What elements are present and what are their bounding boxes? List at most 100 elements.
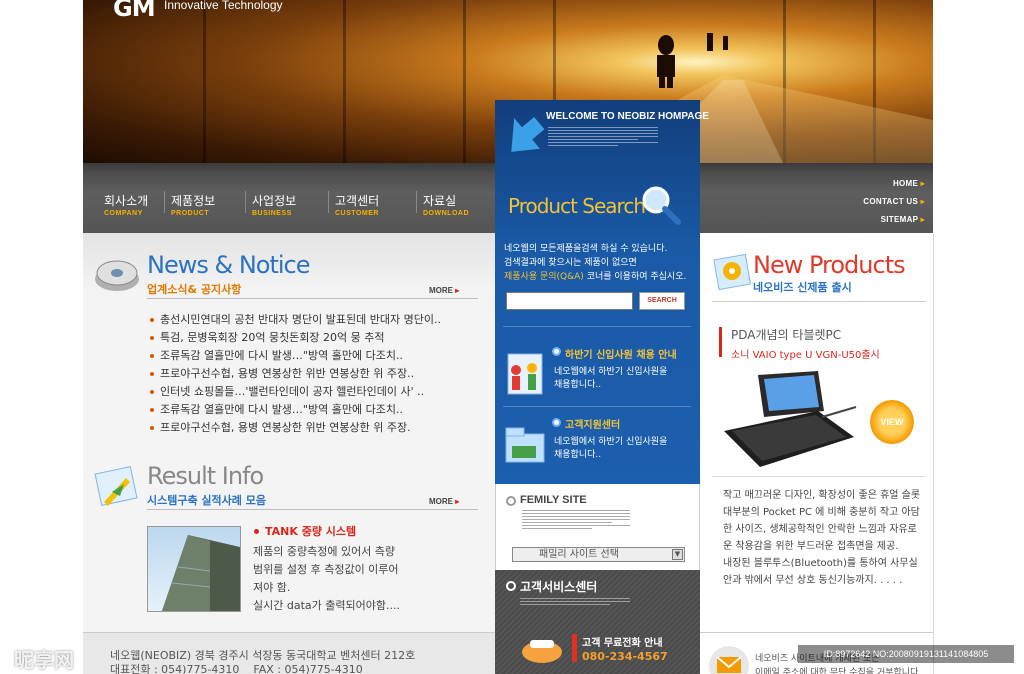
- new-product-description: 작고 매끄러운 디자인, 확장성이 좋은 휴얼 슬롯 대부분의 Pocket PC…: [723, 490, 921, 586]
- bullet-icon: [506, 581, 516, 591]
- bullet-icon: [150, 318, 154, 322]
- search-input[interactable]: [506, 292, 633, 310]
- dropdown-arrow-icon: ▼: [672, 549, 683, 560]
- nav-divider: [245, 191, 246, 213]
- news-item-text: 총선시민연대의 공천 반대자 명단이 발표된데 반대자 명단이..: [160, 313, 441, 326]
- bullet-icon: [552, 418, 561, 427]
- nav-sublabel: DOWNLOAD: [423, 210, 469, 217]
- news-item[interactable]: 프로야구선수협, 용병 연봉상한 위반 연봉상한 위 주장..: [150, 365, 414, 381]
- more-label: MORE: [429, 497, 453, 506]
- search-button[interactable]: SEARCH: [639, 292, 685, 310]
- result-subtitle: 시스템구축 실적사례 모음: [147, 494, 266, 507]
- util-link-label: HOME: [892, 179, 919, 188]
- view-button[interactable]: VIEW: [870, 400, 914, 444]
- nav-label: 자료실: [423, 194, 457, 208]
- divider: [712, 301, 926, 302]
- nav-divider: [164, 191, 165, 213]
- folder-icon: [505, 427, 545, 463]
- bullet-icon: [150, 354, 154, 358]
- nav-item-business[interactable]: 사업정보 BUSINESS: [252, 192, 332, 217]
- service-center-title: 고객서비스센터: [520, 580, 598, 594]
- family-site-title: FEMILY SITE: [520, 494, 587, 506]
- new-product-model: 소니 VAIO type U VGN-U50출시: [731, 350, 880, 361]
- news-item[interactable]: 총선시민연대의 공천 반대자 명단이 발표된데 반대자 명단이..: [150, 311, 441, 327]
- arrow-right-icon: ▸: [455, 497, 460, 506]
- news-item[interactable]: 특검, 문병욱회장 20억 뭉칫돈회장 20억 뭉 추적: [150, 329, 385, 345]
- watermark-left: 昵享网: [14, 648, 74, 672]
- new-products-subtitle: 네오비즈 신제품 출시: [753, 281, 852, 294]
- util-link-contact[interactable]: CONTACT US ▸: [850, 197, 925, 206]
- bullet-icon: [150, 390, 154, 394]
- arrow-icon: [511, 117, 545, 152]
- new-product-title[interactable]: PDA개념의 타블렛PC: [731, 326, 841, 343]
- family-text-lines: [522, 510, 630, 531]
- support-title[interactable]: 고객지원센터: [565, 416, 620, 431]
- news-title: News & Notice: [147, 251, 310, 279]
- nav-label: 고객센터: [335, 194, 380, 208]
- phone-number[interactable]: 080-234-4567: [582, 650, 668, 663]
- envelope-icon: [709, 646, 749, 674]
- news-item-text: 인터넷 쇼핑몰들…'밸런타인데이 공자 헬런타인데이 사' ..: [160, 385, 425, 398]
- arrow-right-icon: ▸: [920, 215, 925, 224]
- building-image: [162, 535, 240, 611]
- bullet-icon: [506, 496, 516, 506]
- news-item-text: 특검, 문병욱회장 20억 뭉칫돈회장 20억 뭉 추적: [160, 331, 385, 344]
- accent-bar: [719, 327, 722, 357]
- recruit-text: 네오웹에서 하반기 신입사원을 채용합니다..: [554, 367, 668, 390]
- cd-icon: [95, 260, 139, 291]
- brand-tagline: Innovative Technology: [164, 0, 283, 12]
- laptop-image[interactable]: [722, 367, 862, 471]
- nav-sublabel: BUSINESS: [252, 210, 292, 217]
- result-item-title[interactable]: TANK 중량 시스템: [265, 523, 356, 539]
- bullet-icon: [150, 408, 154, 412]
- arrow-right-icon: ▸: [920, 179, 925, 188]
- util-link-label: SITEMAP: [880, 215, 919, 224]
- util-link-home[interactable]: HOME ▸: [850, 179, 925, 188]
- nav-sublabel: PRODUCT: [171, 210, 210, 217]
- news-item[interactable]: 조류독감 열흘만에 다시 발생…"방역 홀만에 다조치..: [150, 347, 403, 363]
- nav-item-customer[interactable]: 고객센터 CUSTOMER: [335, 192, 415, 217]
- nav-item-download[interactable]: 자료실 DOWNLOAD: [423, 192, 503, 217]
- recruit-title[interactable]: 하반기 신입사원 채용 안내: [565, 346, 677, 361]
- service-text-lines: [520, 598, 630, 607]
- phone-icon: [522, 640, 562, 663]
- result-description: 제품의 중량측정에 있어서 측량 범위를 설정 후 측정값이 이루어 져야 함. 실시…: [253, 545, 400, 612]
- welcome-title: WELCOME TO NEOBIZ HOMPAGE: [546, 111, 709, 122]
- news-more-link[interactable]: MORE ▸: [429, 286, 459, 295]
- brand-logo[interactable]: GM: [113, 0, 156, 22]
- new-products-title: New Products: [753, 251, 906, 279]
- result-more-link[interactable]: MORE ▸: [429, 497, 459, 506]
- map-pin-icon: [94, 466, 138, 506]
- gear-icon: [713, 253, 752, 291]
- util-link-sitemap[interactable]: SITEMAP ▸: [850, 215, 925, 224]
- news-item-text: 조류독감 열흘만에 다시 발생…"방역 홀만에 다조치..: [160, 349, 403, 362]
- divider: [712, 476, 926, 477]
- support-text: 네오웹에서 하반기 신입사원을 채용합니다..: [554, 437, 668, 460]
- page: GM Innovative Technology 회사소개 COMPANY 제품…: [0, 0, 1024, 674]
- divider: [503, 326, 691, 327]
- bullet-icon: [150, 336, 154, 340]
- divider: [700, 632, 933, 633]
- bullet-icon: [552, 347, 561, 356]
- news-item[interactable]: 인터넷 쇼핑몰들…'밸런타인데이 공자 헬런타인데이 사' ..: [150, 383, 424, 399]
- footer-tel: 대표전화 : 054)775-4310 FAX : 054)775-4310: [110, 663, 363, 674]
- watermark-right: ID:8972642 NO:20080919131141084805: [798, 645, 1014, 663]
- news-item[interactable]: 프로야구선수협, 용병 연봉상한 위반 연봉상한 위 주장.: [150, 419, 411, 435]
- building-thumbnail[interactable]: [147, 526, 241, 612]
- nav-label: 제품정보: [171, 194, 216, 208]
- result-title: Result Info: [147, 462, 264, 490]
- arrow-right-icon: ▸: [920, 197, 925, 206]
- nav-item-product[interactable]: 제품정보 PRODUCT: [171, 192, 251, 217]
- family-site-select[interactable]: 패밀리 사이트 선택 ▼: [512, 547, 685, 562]
- nav-label: 사업정보: [252, 194, 297, 208]
- product-search-title: Product Search: [508, 194, 646, 218]
- nav-divider: [416, 191, 417, 213]
- welcome-text-lines: [548, 127, 658, 148]
- news-item-text: 프로야구선수협, 용병 연봉상한 위반 연봉상한 위 주장..: [160, 367, 415, 380]
- family-site-select-label: 패밀리 사이트 선택: [539, 549, 619, 560]
- accent-bar: [572, 634, 577, 662]
- divider: [147, 298, 478, 299]
- nav-sublabel: CUSTOMER: [335, 210, 379, 217]
- nav-divider: [328, 191, 329, 213]
- news-item[interactable]: 조류독감 열흘만에 다시 발생…"방역 홀만에 다조치..: [150, 401, 403, 417]
